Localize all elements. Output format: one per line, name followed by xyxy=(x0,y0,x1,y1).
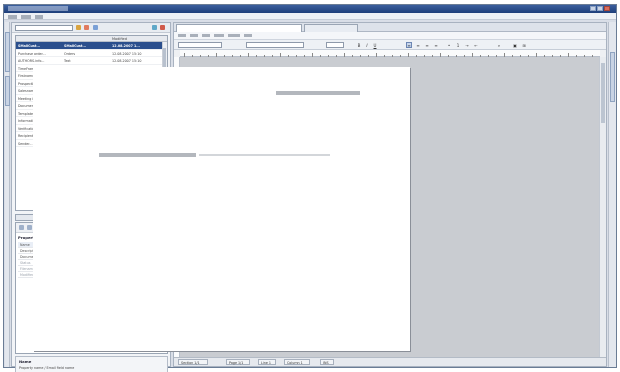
document-type: Orders xyxy=(64,51,76,56)
status-column: Column 1 xyxy=(284,359,310,365)
document-modified: 12.08.2007 1... xyxy=(112,44,141,48)
page-header-field[interactable] xyxy=(276,91,360,95)
document-name: SMailCust... xyxy=(18,44,41,48)
categorize-icon[interactable] xyxy=(27,225,32,230)
document-modified: 12.08.2007 15:10 xyxy=(112,59,142,63)
column-header-modified[interactable]: Modified xyxy=(112,37,127,41)
document-row[interactable]: SMailCust... SMailCust... 12.08.2007 1... xyxy=(16,42,167,50)
dock-tab-explorer[interactable] xyxy=(5,76,10,106)
editor-menu-item[interactable] xyxy=(244,34,252,37)
font-combo[interactable] xyxy=(246,42,304,48)
close-icon[interactable] xyxy=(160,25,165,30)
menu-help[interactable] xyxy=(35,14,43,19)
indent-icon[interactable]: → xyxy=(464,42,470,48)
editor-menu-item[interactable] xyxy=(178,34,186,37)
document-type: Text xyxy=(64,59,71,63)
search-input[interactable] xyxy=(15,25,73,31)
menu-file[interactable] xyxy=(8,14,17,19)
editor-vertical-scrollbar[interactable] xyxy=(599,57,606,357)
italic-icon[interactable]: I xyxy=(364,42,370,48)
underline-icon[interactable]: U xyxy=(372,42,378,48)
status-page: Page 1/1 xyxy=(226,359,250,365)
font-size-combo[interactable] xyxy=(326,42,344,48)
close-button[interactable] xyxy=(604,6,610,11)
new-document-icon[interactable] xyxy=(152,25,157,30)
sort-icon[interactable] xyxy=(19,225,24,230)
document-modified: 12.08.2007 15:10 xyxy=(112,51,142,56)
editor-menu-item[interactable] xyxy=(228,34,240,37)
table-icon[interactable]: ⊞ xyxy=(521,42,527,48)
title-bar xyxy=(4,5,616,13)
editor-menu-item[interactable] xyxy=(214,34,224,37)
tab-open-document[interactable] xyxy=(176,24,302,32)
horizontal-ruler[interactable] xyxy=(180,50,600,57)
image-icon[interactable]: ▣ xyxy=(512,42,518,48)
align-left-icon[interactable]: ≡ xyxy=(406,42,412,48)
numbered-list-icon[interactable]: 1 xyxy=(455,42,461,48)
application-window: Modified SMailCust... SMailCust... 12.08.2… xyxy=(3,4,617,372)
window-title xyxy=(8,6,68,11)
property-key: Status xyxy=(20,261,31,265)
property-key: Modified xyxy=(20,273,35,277)
delete-icon[interactable] xyxy=(84,25,89,30)
status-section: Section 1/1 xyxy=(178,359,208,365)
merge-field-highlighted[interactable] xyxy=(99,153,196,157)
property-key: Name xyxy=(20,243,30,247)
refresh-icon[interactable] xyxy=(93,25,98,30)
menu-bar xyxy=(4,13,616,20)
document-page[interactable] xyxy=(33,67,410,351)
align-center-icon[interactable]: ≡ xyxy=(415,42,421,48)
document-name: Purchase order... xyxy=(18,51,46,56)
editor-menu-item[interactable] xyxy=(202,34,210,37)
search-icon[interactable] xyxy=(76,25,81,30)
dock-tab-documents[interactable] xyxy=(5,32,10,72)
outdent-icon[interactable]: ← xyxy=(473,42,479,48)
bullet-list-icon[interactable]: • xyxy=(446,42,452,48)
document-tabs xyxy=(174,23,606,32)
editor-menu-item[interactable] xyxy=(190,34,198,37)
maximize-button[interactable] xyxy=(597,6,603,11)
status-bar: Section 1/1 Page 1/1 Line 1 Column 1 INS xyxy=(174,357,606,366)
editor-menu xyxy=(174,32,606,40)
document-type: SMailCust... xyxy=(64,44,87,48)
document-name: AUTHORS.info... xyxy=(18,59,45,63)
formatting-toolbar: B I U ≡ ≡ ≡ ≡ • 1 → ← ⌕ ▣ ⊞ xyxy=(174,40,606,50)
right-dock-strip xyxy=(608,22,616,367)
status-line: Line 1 xyxy=(258,359,276,365)
style-combo[interactable] xyxy=(178,42,222,48)
dock-tab-toolbox[interactable] xyxy=(610,52,615,102)
left-dock-strip xyxy=(5,22,10,367)
menu-tools[interactable] xyxy=(21,14,31,19)
zoom-icon[interactable]: ⌕ xyxy=(496,42,502,48)
editor-scrollbar-thumb[interactable] xyxy=(601,63,605,123)
property-description: Name Property name / Email field name xyxy=(15,356,168,372)
property-description-text: Property name / Email field name xyxy=(19,366,75,370)
merge-field-text[interactable] xyxy=(199,154,330,156)
tab-second-document[interactable] xyxy=(304,24,358,32)
documents-toolbar xyxy=(12,23,170,33)
align-right-icon[interactable]: ≡ xyxy=(424,42,430,48)
minimize-button[interactable] xyxy=(590,6,596,11)
status-mode: INS xyxy=(320,359,334,365)
bold-icon[interactable]: B xyxy=(356,42,362,48)
property-description-title: Name xyxy=(19,359,32,364)
justify-icon[interactable]: ≡ xyxy=(433,42,439,48)
document-row[interactable]: AUTHORS.info... Text 12.08.2007 15:10 xyxy=(16,57,167,65)
document-row[interactable]: Purchase order... Orders 12.08.2007 15:10 xyxy=(16,50,167,57)
